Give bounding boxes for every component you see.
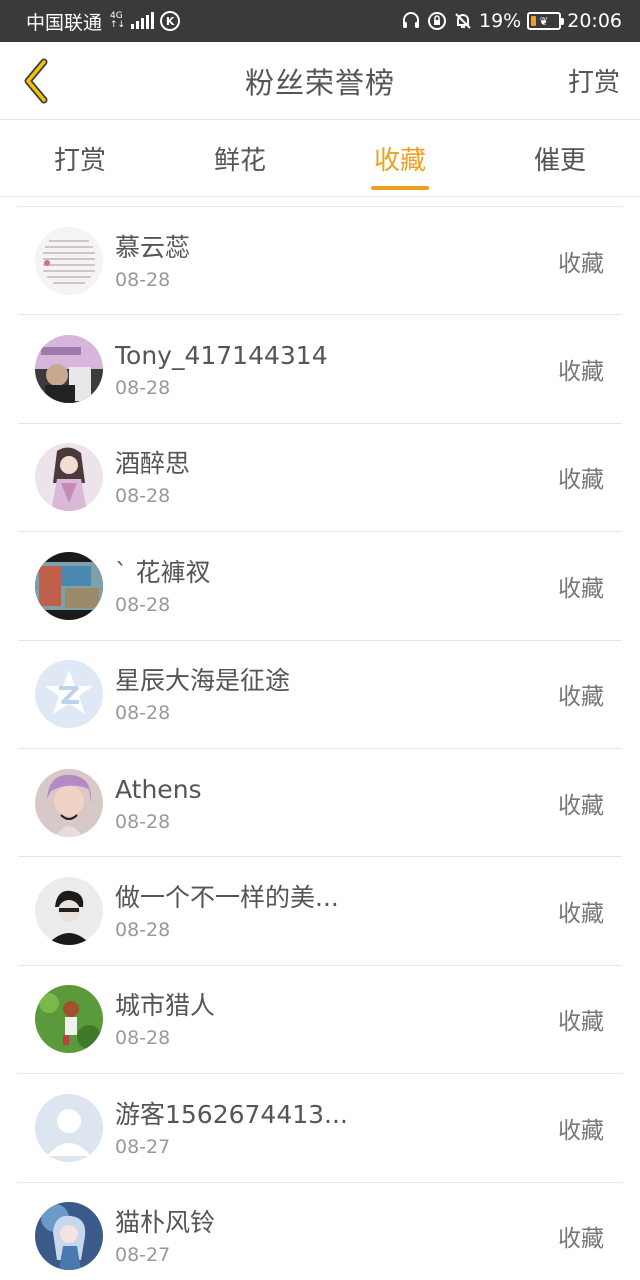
back-button[interactable] <box>14 56 58 106</box>
action-label: 收藏 <box>558 575 604 602</box>
user-date: 08-28 <box>115 593 171 616</box>
action-label: 收藏 <box>558 250 604 277</box>
action-label: 收藏 <box>558 1226 604 1253</box>
clock: 20:06 <box>567 10 622 32</box>
avatar <box>35 335 103 404</box>
action-label: 收藏 <box>558 467 604 494</box>
user-date: 08-27 <box>115 1244 171 1267</box>
tab-label: 收藏 <box>373 146 426 176</box>
tab-bar: 打赏 鲜花 收藏 催更 <box>0 121 640 197</box>
user-date: 08-28 <box>115 268 171 291</box>
tab-reward[interactable]: 打赏 <box>0 121 160 196</box>
page-title: 粉丝荣誉榜 <box>244 65 395 100</box>
list-item[interactable]: ˋ 花褲衩 08-28 收藏 <box>18 532 622 641</box>
action-label: 收藏 <box>558 1117 604 1144</box>
tab-flowers[interactable]: 鲜花 <box>160 121 320 196</box>
avatar <box>35 1202 103 1271</box>
battery-percent: 19% <box>479 10 522 32</box>
chevron-left-icon <box>24 58 48 104</box>
list-item[interactable]: 城市猎人 08-28 收藏 <box>18 966 622 1075</box>
list-item[interactable]: 猫朴风铃 08-27 收藏 <box>18 1183 622 1280</box>
user-name: 慕云蕊 <box>115 232 191 262</box>
reward-button[interactable]: 打赏 <box>568 62 620 99</box>
tab-label: 鲜花 <box>213 146 266 176</box>
carrier-name: 中国联通 <box>26 11 103 34</box>
list-item[interactable]: Tony_417144314 08-28 收藏 <box>18 315 622 424</box>
status-right: 19% ❦ 20:06 <box>401 10 622 32</box>
avatar <box>35 877 103 946</box>
tab-urge-update[interactable]: 催更 <box>480 121 640 196</box>
network-type-icon: 4G ↑↓ <box>110 12 125 30</box>
app-header: 粉丝荣誉榜 打赏 <box>0 42 640 120</box>
k-badge-icon: K <box>160 11 181 31</box>
action-label: 收藏 <box>558 684 604 711</box>
list-item[interactable]: Athens 08-28 收藏 <box>18 749 622 858</box>
action-label: 收藏 <box>558 359 604 386</box>
user-date: 08-28 <box>115 1027 171 1050</box>
avatar <box>35 768 103 837</box>
avatar <box>35 1093 103 1162</box>
avatar <box>35 660 103 729</box>
list-item[interactable]: 酒醉思 08-28 收藏 <box>18 424 622 533</box>
leaf-icon: ❦ <box>539 15 549 28</box>
avatar <box>35 985 103 1054</box>
action-label: 收藏 <box>558 1009 604 1036</box>
list-item[interactable]: 做一个不一样的美... 08-28 收藏 <box>18 857 622 966</box>
user-name: 游客1562674413... <box>115 1099 348 1129</box>
battery-icon: ❦ <box>527 12 565 30</box>
action-label: 收藏 <box>558 792 604 819</box>
battery-level-fill <box>531 16 537 26</box>
user-date: 08-28 <box>115 702 171 725</box>
user-name: 星辰大海是征途 <box>115 666 291 696</box>
user-name: Athens <box>115 774 202 804</box>
signal-strength-icon <box>131 12 155 29</box>
avatar <box>35 551 103 620</box>
user-name: Tony_417144314 <box>115 341 328 371</box>
user-date: 08-27 <box>115 1135 171 1158</box>
status-bar: 中国联通 4G ↑↓ K 19% ❦ 20:06 <box>0 0 640 42</box>
tab-favorites[interactable]: 收藏 <box>320 121 480 196</box>
user-name: 酒醉思 <box>115 449 191 479</box>
avatar <box>35 226 103 295</box>
user-name: ˋ 花褲衩 <box>115 557 211 587</box>
list-item[interactable]: 慕云蕊 08-28 收藏 <box>18 207 622 316</box>
user-date: 08-28 <box>115 919 171 942</box>
lock-rotation-icon <box>427 11 447 31</box>
user-name: 做一个不一样的美... <box>115 883 339 913</box>
tab-label: 催更 <box>533 146 586 176</box>
list-item[interactable]: 星辰大海是征途 08-28 收藏 <box>18 641 622 749</box>
fan-list: 慕云蕊 08-28 收藏 Tony_417144314 08-28 收藏 酒醉思… <box>18 206 622 1280</box>
avatar <box>35 443 103 512</box>
headphones-icon <box>401 11 421 31</box>
user-name: 猫朴风铃 <box>115 1208 216 1238</box>
user-name: 城市猎人 <box>115 991 216 1021</box>
status-left: 中国联通 4G ↑↓ K <box>26 8 181 35</box>
action-label: 收藏 <box>558 901 604 928</box>
bell-off-icon <box>453 11 473 31</box>
tab-label: 打赏 <box>53 146 106 176</box>
user-date: 08-28 <box>115 377 171 400</box>
list-item[interactable]: 游客1562674413... 08-27 收藏 <box>18 1074 622 1183</box>
user-date: 08-28 <box>115 485 171 508</box>
user-date: 08-28 <box>115 810 171 833</box>
network-arrows-label: ↑↓ <box>110 20 126 30</box>
